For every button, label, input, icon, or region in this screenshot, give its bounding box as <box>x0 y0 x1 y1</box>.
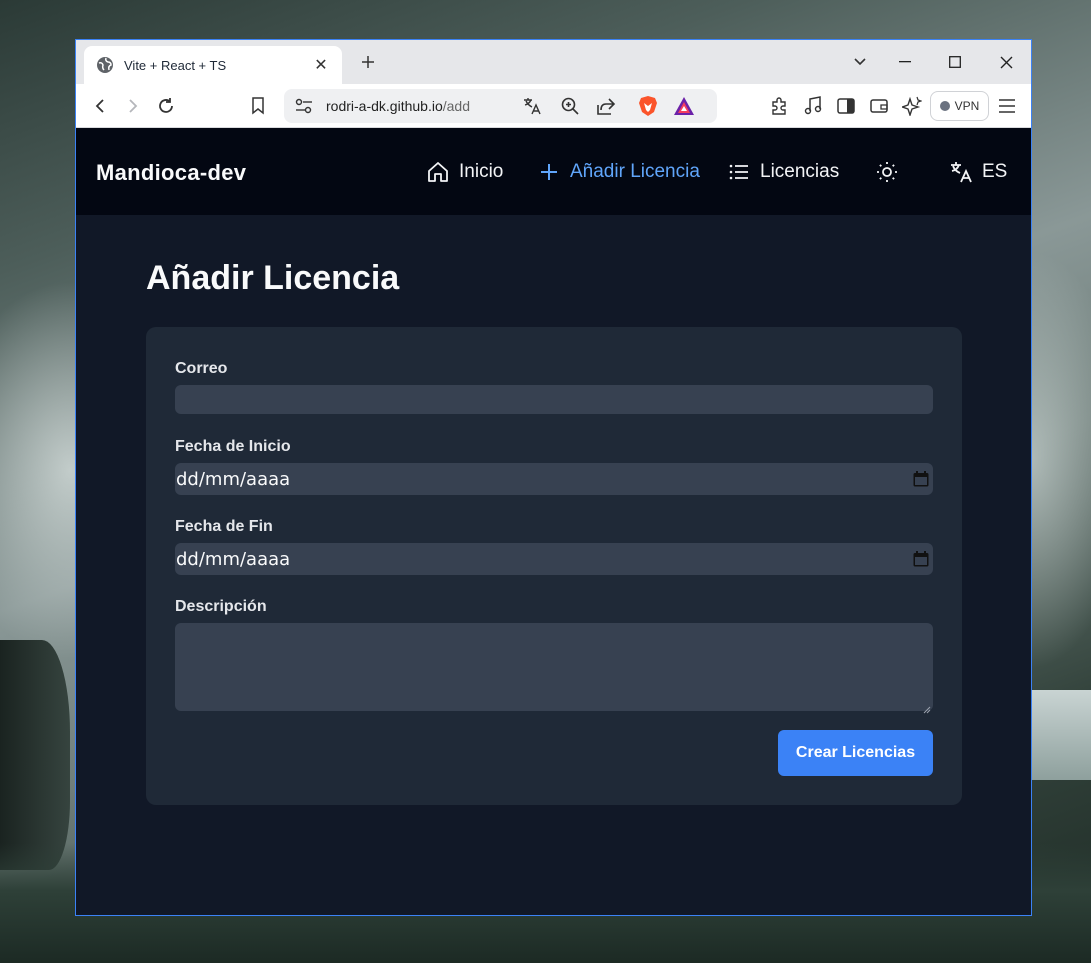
brave-rewards-icon[interactable] <box>672 94 696 118</box>
maximize-icon[interactable] <box>942 49 968 75</box>
address-bar[interactable]: rodri-a-dk.github.io/add <box>284 89 717 123</box>
url-host: rodri-a-dk.github.io <box>326 98 443 114</box>
globe-icon <box>96 56 114 74</box>
vpn-button[interactable]: VPN <box>930 91 989 121</box>
end-date-value: dd/mm/aaaa <box>176 548 291 570</box>
sidebar-icon[interactable] <box>834 94 858 118</box>
site-settings-icon[interactable] <box>292 94 316 118</box>
nav-link-add-license[interactable]: Añadir Licencia <box>537 160 700 184</box>
language-selector[interactable]: ES <box>949 160 1007 184</box>
vpn-label: VPN <box>954 99 980 113</box>
zoom-icon[interactable] <box>558 94 582 118</box>
tab-search-chevron-icon[interactable] <box>847 49 873 75</box>
media-icon[interactable] <box>801 94 825 118</box>
end-date-label: Fecha de Fin <box>175 518 273 535</box>
tab-close-icon[interactable]: ✕ <box>312 55 330 75</box>
url-text: rodri-a-dk.github.io/add <box>326 98 470 114</box>
share-icon[interactable] <box>594 94 618 118</box>
url-path: /add <box>442 98 470 114</box>
resize-handle-icon[interactable] <box>923 701 931 714</box>
description-textarea[interactable] <box>175 623 933 714</box>
wallet-icon[interactable] <box>867 94 891 118</box>
tab-strip: Vite + React + TS ✕ <box>76 40 1031 84</box>
page-title: Añadir Licencia <box>146 259 400 297</box>
start-date-field[interactable]: dd/mm/aaaa <box>175 463 933 495</box>
leo-ai-icon[interactable] <box>900 94 924 118</box>
language-label: ES <box>982 161 1008 182</box>
brand-logo[interactable]: Mandioca-dev <box>96 160 246 186</box>
bookmark-icon[interactable] <box>246 94 270 118</box>
tab-title: Vite + React + TS <box>124 57 227 73</box>
translate-icon[interactable] <box>520 94 544 118</box>
sun-icon <box>875 160 899 184</box>
app-navbar: Mandioca-dev Inicio Añadir Licencia Lice… <box>76 128 1031 215</box>
nav-link-label: Inicio <box>459 161 504 182</box>
browser-toolbar: rodri-a-dk.github.io/add VPN <box>76 84 1031 128</box>
calendar-icon[interactable] <box>909 467 933 491</box>
language-icon <box>949 160 973 184</box>
email-label: Correo <box>175 360 228 377</box>
minimize-icon[interactable] <box>892 49 918 75</box>
list-icon <box>727 160 751 184</box>
end-date-field[interactable]: dd/mm/aaaa <box>175 543 933 575</box>
close-window-icon[interactable] <box>993 49 1019 75</box>
browser-window: Vite + React + TS ✕ rodri-a-dk.github.io… <box>75 39 1032 916</box>
brave-shields-icon[interactable] <box>636 94 660 118</box>
home-icon <box>426 160 450 184</box>
create-licenses-button[interactable]: Crear Licencias <box>778 730 933 776</box>
plus-icon <box>537 160 561 184</box>
new-tab-icon[interactable] <box>356 50 380 74</box>
reload-icon[interactable] <box>154 94 178 118</box>
start-date-value: dd/mm/aaaa <box>176 468 291 490</box>
back-icon[interactable] <box>88 94 112 118</box>
nav-link-label: Licencias <box>760 161 840 182</box>
browser-tab[interactable]: Vite + React + TS ✕ <box>84 46 342 84</box>
nav-link-licencias[interactable]: Licencias <box>727 160 839 184</box>
nav-link-label: Añadir Licencia <box>570 161 700 182</box>
email-field[interactable] <box>175 385 933 414</box>
calendar-icon[interactable] <box>909 547 933 571</box>
vpn-status-icon <box>939 101 950 111</box>
theme-toggle-button[interactable] <box>875 160 899 184</box>
description-label: Descripción <box>175 598 267 615</box>
extensions-icon[interactable] <box>767 94 791 118</box>
start-date-label: Fecha de Inicio <box>175 438 291 455</box>
license-form: Correo Fecha de Inicio dd/mm/aaaa Fecha … <box>146 327 962 805</box>
menu-icon[interactable] <box>995 94 1019 118</box>
forward-icon[interactable] <box>121 94 145 118</box>
main-content: Añadir Licencia Correo Fecha de Inicio d… <box>76 215 1031 915</box>
nav-link-inicio[interactable]: Inicio <box>426 160 503 184</box>
